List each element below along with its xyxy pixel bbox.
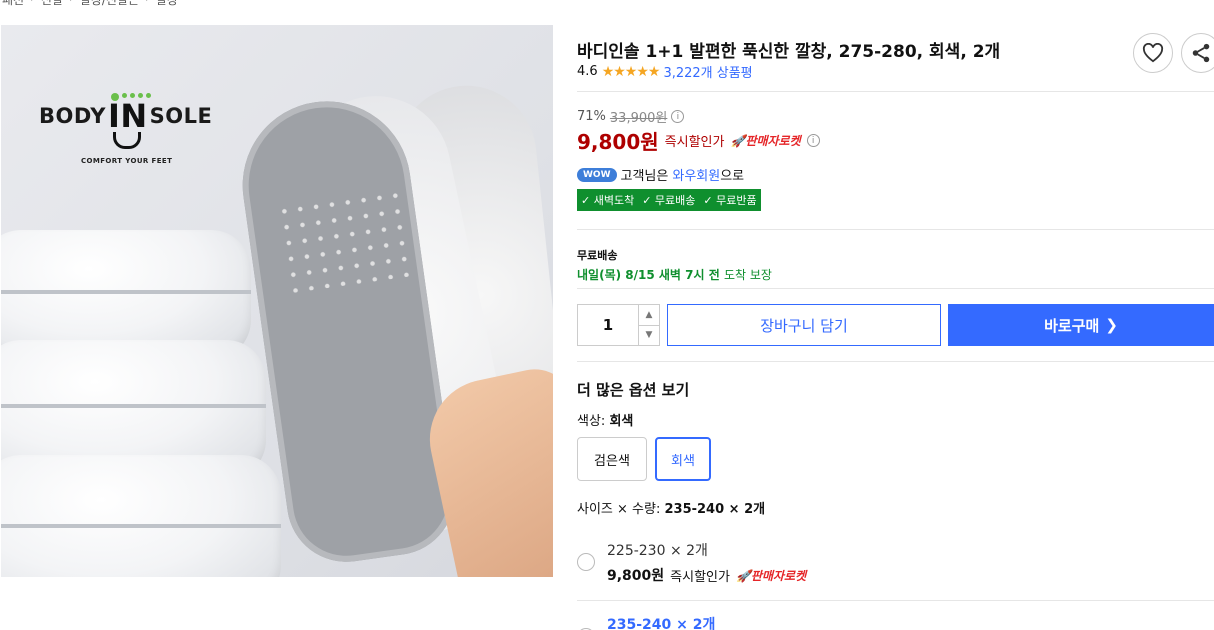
wow-text: 으로 — [720, 169, 745, 184]
buy-now-label: 바로구매 — [1044, 316, 1100, 335]
size-option[interactable]: 225-230 × 2개 9,800원 즉시할인가 🚀판매자로켓 — [577, 540, 1214, 600]
star-rating-icon: ★★★★★ — [601, 63, 661, 80]
review-count-link[interactable]: 3,222개 상품평 — [663, 62, 752, 81]
selected-size: 235-240 × 2개 — [664, 502, 766, 517]
selected-color: 회색 — [609, 414, 634, 429]
breadcrumb-item[interactable]: 깔창 — [156, 0, 178, 8]
logo-word: IN — [107, 97, 148, 149]
insole-perforation — [275, 186, 417, 294]
instant-discount-label: 즉시할인가 — [664, 135, 725, 150]
breadcrumb: 패션 › 신발 › 깔창/신발끈 › 깔창 — [2, 0, 178, 8]
delivery-guarantee: 도착 보장 — [723, 268, 772, 282]
logo-word: SOLE — [149, 104, 213, 128]
size-option-name: 225-230 × 2개 — [607, 543, 708, 559]
product-title: 바디인솔 1+1 발편한 푹신한 깔창, 275-280, 회색, 2개 — [577, 42, 1001, 62]
benefit-item: ✓ 무료배송 — [642, 192, 695, 208]
size-label: 사이즈 × 수량: 235-240 × 2개 — [577, 502, 766, 517]
check-icon: ✓ — [581, 194, 591, 207]
rocket-label: 판매자로켓 — [750, 568, 807, 583]
divider — [577, 600, 1214, 601]
divider — [577, 91, 1214, 92]
rocket-badge: 🚀판매자로켓 — [736, 567, 806, 584]
delivery-date-text: 내일(목) 8/15 새벽 7시 전 — [577, 268, 720, 282]
divider — [577, 288, 1214, 289]
discount-rate: 71% — [577, 109, 606, 124]
wow-member-link[interactable]: 와우회원 — [672, 165, 720, 184]
wishlist-button[interactable] — [1133, 33, 1173, 73]
price-row: 9,800원 즉시할인가 🚀판매자로켓 i — [577, 126, 820, 155]
foam-insole-stack — [1, 455, 281, 577]
product-image[interactable]: BODY IN SOLE COMFORT YOUR FEET — [1, 25, 553, 577]
divider — [577, 361, 1214, 362]
brand-logo: BODY IN SOLE COMFORT YOUR FEET — [39, 93, 213, 165]
color-option-black[interactable]: 검은색 — [577, 437, 647, 481]
breadcrumb-item[interactable]: 깔창/신발끈 — [80, 0, 139, 8]
check-icon: ✓ — [703, 194, 713, 207]
heart-icon — [1142, 43, 1164, 63]
more-options-title: 더 많은 옵션 보기 — [577, 381, 690, 399]
original-price: 33,900원 — [609, 111, 668, 126]
wow-row: WOW 고객님은 와우회원 으로 — [577, 165, 744, 184]
color-label: 색상: 회색 — [577, 414, 634, 429]
info-icon[interactable]: i — [806, 134, 820, 147]
logo-tagline: COMFORT YOUR FEET — [81, 157, 173, 165]
size-option-price: 9,800원 — [607, 568, 665, 584]
add-to-cart-button[interactable]: 장바구니 담기 — [667, 304, 941, 346]
breadcrumb-item[interactable]: 패션 — [2, 0, 24, 8]
quantity-stepper[interactable]: 1 ▲ ▼ — [577, 304, 660, 346]
chevron-right-icon: › — [69, 0, 74, 8]
size-option-name: 235-240 × 2개 — [607, 617, 716, 630]
discount-row: 71% 33,900원 i — [577, 107, 685, 126]
radio-button[interactable] — [577, 553, 595, 571]
quantity-input[interactable]: 1 — [578, 305, 638, 345]
divider — [577, 229, 1214, 230]
rocket-icon: 🚀 — [730, 134, 746, 148]
benefit-label: 새벽도착 — [593, 194, 635, 207]
color-option-gray[interactable]: 회색 — [655, 437, 711, 481]
buy-now-button[interactable]: 바로구매 ❯ — [948, 304, 1214, 346]
logo-word: BODY — [39, 104, 106, 128]
shipping-label: 무료배송 — [577, 249, 618, 262]
size-option[interactable]: 235-240 × 2개 — [577, 614, 1214, 630]
chevron-right-icon: › — [145, 0, 150, 8]
wow-badge: WOW — [577, 167, 617, 182]
rating-value: 4.6 — [577, 64, 598, 79]
instant-discount-label: 즉시할인가 — [670, 569, 730, 585]
share-icon — [1192, 43, 1210, 63]
wow-benefits: ✓ 새벽도착 ✓ 무료배송 ✓ 무료반품 — [577, 189, 761, 211]
wow-text: 고객님은 — [620, 169, 669, 184]
chevron-down-icon[interactable]: ▼ — [639, 326, 659, 346]
chevron-up-icon[interactable]: ▲ — [639, 305, 659, 326]
rocket-icon: 🚀 — [735, 568, 751, 583]
rocket-badge: 🚀판매자로켓 — [730, 132, 800, 149]
benefit-label: 무료배송 — [654, 194, 696, 207]
sale-price: 9,800원 — [577, 130, 659, 154]
chevron-right-icon: ❯ — [1105, 316, 1118, 334]
chevron-right-icon: › — [30, 0, 35, 8]
rocket-label: 판매자로켓 — [745, 134, 801, 148]
share-button[interactable] — [1181, 33, 1214, 73]
benefit-item: ✓ 무료반품 — [703, 192, 756, 208]
rating-row: 4.6 ★★★★★ 3,222개 상품평 — [577, 62, 753, 82]
breadcrumb-item[interactable]: 신발 — [41, 0, 63, 8]
check-icon: ✓ — [642, 194, 652, 207]
delivery-date: 내일(목) 8/15 새벽 7시 전 도착 보장 — [577, 266, 772, 283]
benefit-label: 무료반품 — [716, 194, 757, 207]
benefit-item: ✓ 새벽도착 — [581, 192, 634, 208]
info-icon[interactable]: i — [671, 110, 685, 123]
